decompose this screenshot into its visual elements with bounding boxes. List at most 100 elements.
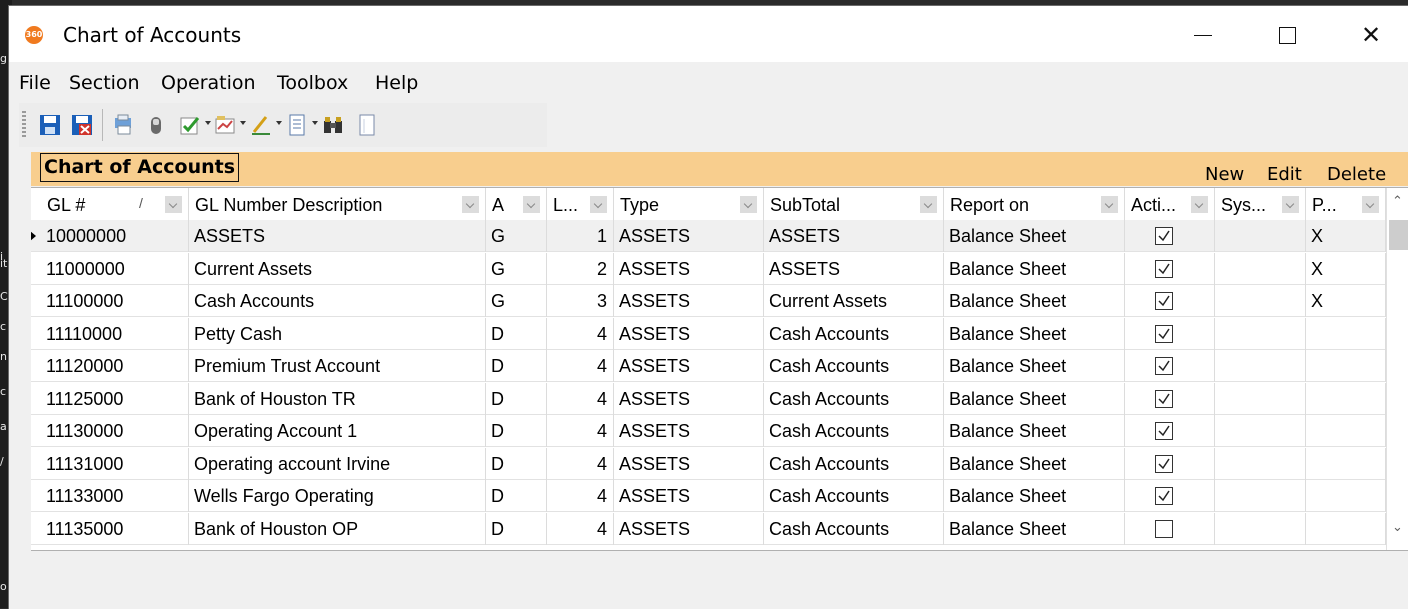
cell-a[interactable]: D bbox=[486, 447, 547, 480]
menu-file[interactable]: File bbox=[19, 72, 51, 94]
mouse-icon[interactable] bbox=[144, 113, 168, 137]
column-header-p[interactable]: P... bbox=[1306, 188, 1386, 220]
cell-active[interactable] bbox=[1125, 220, 1215, 252]
cell-active[interactable] bbox=[1125, 382, 1215, 415]
cell-gl[interactable]: 11100000 bbox=[41, 285, 189, 317]
table-row[interactable]: 11135000 Bank of Houston OP D 4 ASSETS Cash A… bbox=[31, 512, 1386, 545]
edit-button[interactable]: Edit bbox=[1267, 164, 1302, 185]
page-icon[interactable] bbox=[355, 113, 379, 137]
cell-gl[interactable]: 11120000 bbox=[41, 350, 189, 382]
cell-p[interactable]: X bbox=[1306, 220, 1386, 252]
column-header-report[interactable]: Report on bbox=[944, 188, 1125, 220]
chart-dropdown-icon[interactable] bbox=[240, 121, 246, 125]
cell-sys[interactable] bbox=[1215, 285, 1306, 317]
menu-operation[interactable]: Operation bbox=[161, 72, 256, 94]
cell-active[interactable] bbox=[1125, 447, 1215, 480]
cell-report[interactable]: Balance Sheet bbox=[944, 382, 1125, 415]
column-header-active[interactable]: Acti... bbox=[1125, 188, 1215, 220]
cell-active[interactable] bbox=[1125, 415, 1215, 447]
checked-checkbox-icon[interactable] bbox=[1155, 357, 1173, 375]
chart-icon[interactable] bbox=[213, 113, 237, 137]
cell-sys[interactable] bbox=[1215, 252, 1306, 285]
checked-checkbox-icon[interactable] bbox=[1155, 292, 1173, 310]
save-icon[interactable] bbox=[38, 113, 62, 137]
cell-desc[interactable]: ASSETS bbox=[189, 220, 486, 252]
scroll-up-icon[interactable]: ⌃ bbox=[1392, 194, 1403, 209]
cell-a[interactable]: D bbox=[486, 350, 547, 382]
cell-gl[interactable]: 11125000 bbox=[41, 382, 189, 415]
cell-type[interactable]: ASSETS bbox=[614, 480, 764, 512]
cell-desc[interactable]: Operating account Irvine bbox=[189, 447, 486, 480]
table-row[interactable]: 11130000 Operating Account 1 D 4 ASSETS Cash … bbox=[31, 415, 1386, 447]
maximize-button[interactable] bbox=[1264, 18, 1310, 52]
cell-sys[interactable] bbox=[1215, 382, 1306, 415]
cell-report[interactable]: Balance Sheet bbox=[944, 480, 1125, 512]
cell-active[interactable] bbox=[1125, 512, 1215, 545]
cell-a[interactable]: G bbox=[486, 285, 547, 317]
cell-subtotal[interactable]: Current Assets bbox=[764, 285, 944, 317]
table-row[interactable]: 10000000 ASSETS G 1 ASSETS ASSETS Balance Shee… bbox=[31, 220, 1386, 252]
cell-desc[interactable]: Bank of Houston TR bbox=[189, 382, 486, 415]
vertical-scrollbar[interactable]: ⌃ ⌄ bbox=[1386, 188, 1408, 550]
cell-l[interactable]: 4 bbox=[547, 512, 614, 545]
cell-p[interactable] bbox=[1306, 447, 1386, 480]
cell-l[interactable]: 4 bbox=[547, 350, 614, 382]
document-icon[interactable] bbox=[285, 113, 309, 137]
column-header-sys[interactable]: Sys... bbox=[1215, 188, 1306, 220]
cell-report[interactable]: Balance Sheet bbox=[944, 415, 1125, 447]
cell-subtotal[interactable]: Cash Accounts bbox=[764, 350, 944, 382]
cell-desc[interactable]: Wells Fargo Operating bbox=[189, 480, 486, 512]
cell-a[interactable]: G bbox=[486, 252, 547, 285]
cell-report[interactable]: Balance Sheet bbox=[944, 220, 1125, 252]
cell-type[interactable]: ASSETS bbox=[614, 382, 764, 415]
cell-subtotal[interactable]: Cash Accounts bbox=[764, 512, 944, 545]
menu-help[interactable]: Help bbox=[375, 72, 418, 94]
cell-report[interactable]: Balance Sheet bbox=[944, 350, 1125, 382]
filter-dropdown-icon[interactable] bbox=[165, 196, 182, 213]
cell-a[interactable]: D bbox=[486, 415, 547, 447]
cell-desc[interactable]: Premium Trust Account bbox=[189, 350, 486, 382]
cell-l[interactable]: 4 bbox=[547, 415, 614, 447]
cell-gl[interactable]: 11131000 bbox=[41, 447, 189, 480]
filter-dropdown-icon[interactable] bbox=[1101, 196, 1118, 213]
title-bar[interactable]: 360 Chart of Accounts ✕ bbox=[9, 6, 1408, 62]
scroll-down-icon[interactable]: ⌄ bbox=[1392, 520, 1403, 535]
pencil-dropdown-icon[interactable] bbox=[276, 121, 282, 125]
cell-p[interactable] bbox=[1306, 480, 1386, 512]
cell-report[interactable]: Balance Sheet bbox=[944, 447, 1125, 480]
cell-p[interactable] bbox=[1306, 382, 1386, 415]
checked-checkbox-icon[interactable] bbox=[1155, 389, 1173, 408]
filter-dropdown-icon[interactable] bbox=[462, 196, 479, 213]
cell-desc[interactable]: Bank of Houston OP bbox=[189, 512, 486, 545]
filter-dropdown-icon[interactable] bbox=[1191, 196, 1208, 213]
cell-subtotal[interactable]: ASSETS bbox=[764, 252, 944, 285]
delete-button[interactable]: Delete bbox=[1327, 164, 1386, 185]
cell-subtotal[interactable]: Cash Accounts bbox=[764, 447, 944, 480]
scrollbar-thumb[interactable] bbox=[1389, 220, 1408, 250]
checked-checkbox-icon[interactable] bbox=[1155, 487, 1173, 505]
filter-dropdown-icon[interactable] bbox=[590, 196, 607, 213]
cell-gl[interactable]: 10000000 bbox=[41, 220, 189, 252]
table-row[interactable]: 11000000 Current Assets G 2 ASSETS ASSETS Bala… bbox=[31, 252, 1386, 285]
filter-dropdown-icon[interactable] bbox=[523, 196, 540, 213]
cell-sys[interactable] bbox=[1215, 317, 1306, 350]
menu-toolbox[interactable]: Toolbox bbox=[277, 72, 348, 94]
cell-gl[interactable]: 11000000 bbox=[41, 252, 189, 285]
table-row[interactable]: 11100000 Cash Accounts G 3 ASSETS Current Ass… bbox=[31, 285, 1386, 317]
checked-checkbox-icon[interactable] bbox=[1155, 227, 1173, 245]
cell-p[interactable] bbox=[1306, 512, 1386, 545]
column-header-subtotal[interactable]: SubTotal bbox=[764, 188, 944, 220]
cell-desc[interactable]: Operating Account 1 bbox=[189, 415, 486, 447]
column-header-a[interactable]: A bbox=[486, 188, 547, 220]
filter-dropdown-icon[interactable] bbox=[1282, 196, 1299, 213]
checked-checkbox-icon[interactable] bbox=[1155, 259, 1173, 278]
cell-a[interactable]: D bbox=[486, 480, 547, 512]
cell-subtotal[interactable]: Cash Accounts bbox=[764, 317, 944, 350]
cell-p[interactable] bbox=[1306, 350, 1386, 382]
cell-sys[interactable] bbox=[1215, 480, 1306, 512]
toolbar-grip[interactable] bbox=[22, 111, 26, 139]
save-close-icon[interactable] bbox=[70, 113, 94, 137]
cell-p[interactable]: X bbox=[1306, 252, 1386, 285]
cell-type[interactable]: ASSETS bbox=[614, 447, 764, 480]
checked-checkbox-icon[interactable] bbox=[1155, 422, 1173, 440]
